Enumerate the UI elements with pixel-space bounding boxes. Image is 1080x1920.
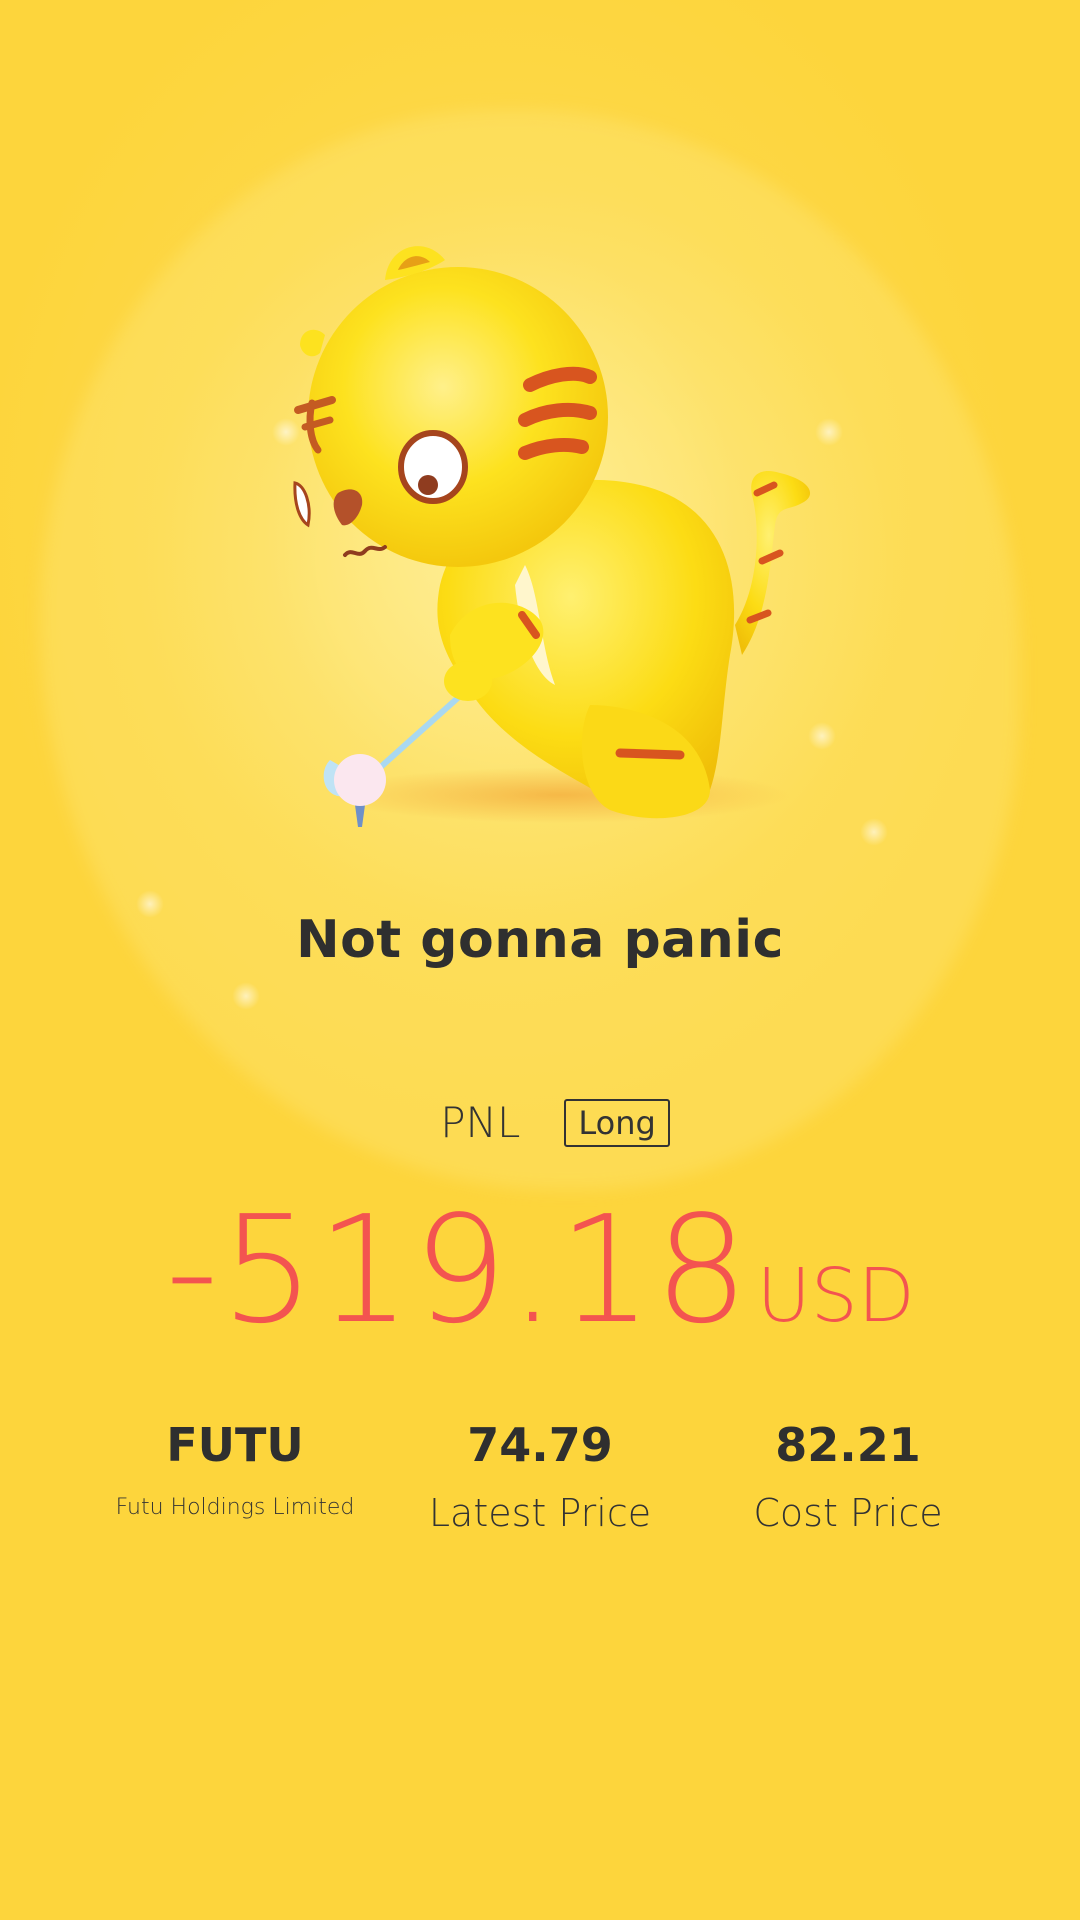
pnl-label: PNL [440,1098,521,1147]
sparkle-decoration [232,982,260,1010]
pnl-value: -519.18 [165,1184,751,1356]
pnl-amount: -519.18 USD [0,1185,1080,1355]
mood-caption: Not gonna panic [296,910,784,970]
pnl-header: PNL Long [0,1098,1080,1147]
stock-symbol: FUTU [166,1418,304,1472]
stat-symbol: FUTU Futu Holdings Limited [75,1415,395,1525]
sparkle-decoration [860,818,888,846]
cost-price-value: 82.21 [775,1418,921,1472]
position-stats: FUTU Futu Holdings Limited 74.79 Latest … [0,1415,1080,1555]
position-direction-tag: Long [564,1098,670,1147]
tiger-mascot-icon [293,246,811,827]
cost-price-label: Cost Price [753,1491,943,1535]
company-name: Futu Holdings Limited [115,1495,355,1520]
latest-price-label: Latest Price [428,1491,652,1535]
pnl-share-card: Not gonna panic PNL Long -519.18 USD FUT… [0,0,1080,1920]
stat-cost-price: 82.21 Cost Price [688,1415,1008,1537]
latest-price-value: 74.79 [467,1418,613,1472]
stat-latest-price: 74.79 Latest Price [380,1415,700,1537]
pnl-currency: USD [756,1253,915,1339]
